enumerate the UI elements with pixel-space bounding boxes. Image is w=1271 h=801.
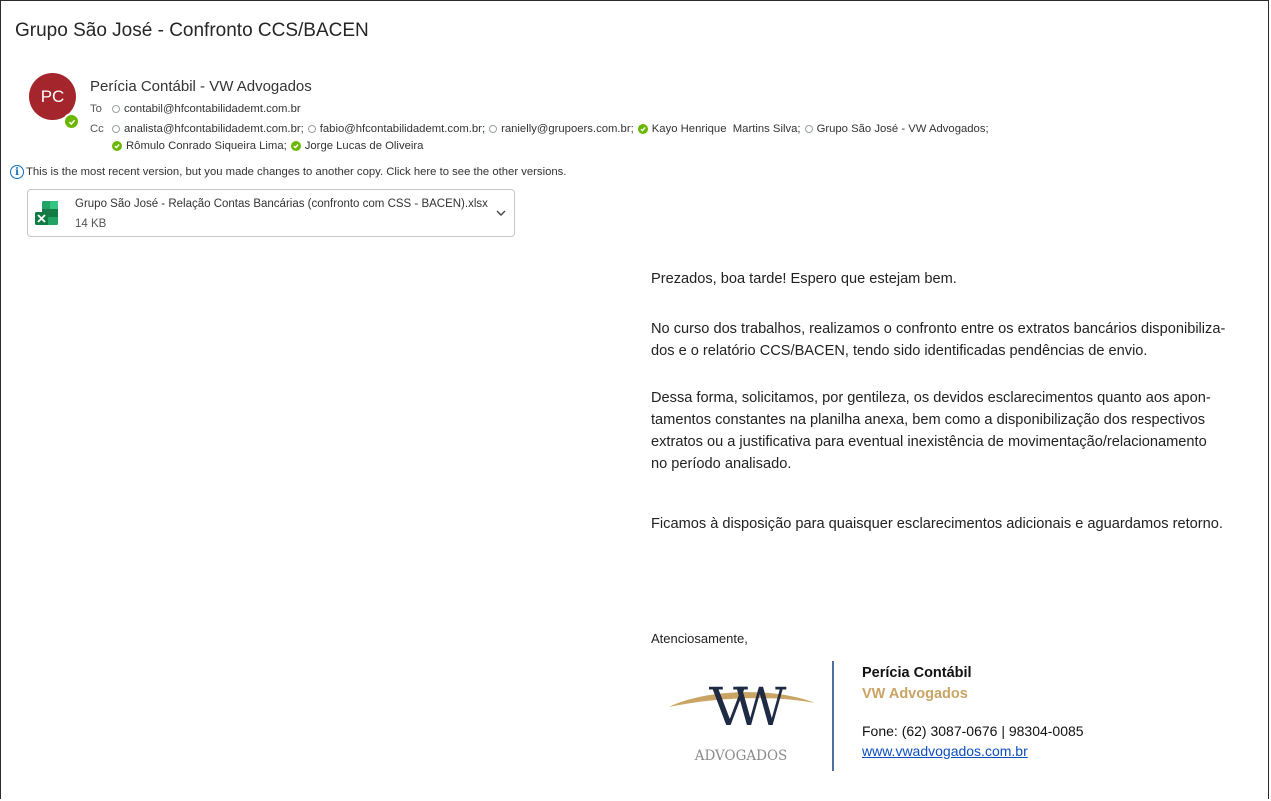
body-paragraph: No curso dos trabalhos, realizamos o con… xyxy=(651,318,1225,362)
recipient-name: fabio@hfcontabilidademt.com.br; xyxy=(319,123,486,135)
body-paragraph: Ficamos à disposição para quaisquer escl… xyxy=(651,513,1223,535)
recipient-name: analista@hfcontabilidademt.com.br; xyxy=(124,123,304,135)
cc-label: Cc xyxy=(90,123,104,135)
presence-available-icon xyxy=(637,124,648,134)
recipient-chip[interactable]: fabio@hfcontabilidademt.com.br; xyxy=(307,123,489,135)
presence-available-icon xyxy=(290,141,301,151)
chevron-down-icon[interactable] xyxy=(495,207,507,219)
presence-unknown-icon xyxy=(307,125,316,133)
recipient-name: Jorge Lucas de Oliveira xyxy=(304,140,424,152)
body-paragraph: Dessa forma, solicitamos, por gentileza,… xyxy=(651,387,1211,475)
body-line: extratos ou a justificativa para eventua… xyxy=(651,434,1207,450)
body-line: Dessa forma, solicitamos, por gentileza,… xyxy=(651,390,1211,406)
presence-unknown-icon xyxy=(489,125,498,133)
attachment-filename: Grupo São José - Relação Contas Bancária… xyxy=(75,198,488,210)
logo-monogram: VW xyxy=(709,678,788,738)
body-line: Ficamos à disposição para quaisquer escl… xyxy=(651,516,1223,532)
presence-unknown-icon xyxy=(112,125,120,133)
logo-wordmark: ADVOGADOS xyxy=(694,748,788,764)
vw-advogados-logo: VW ADVOGADOS xyxy=(669,678,815,764)
recipient-name: Kayo Henrique Martins Silva; xyxy=(651,123,801,135)
signature-divider xyxy=(832,661,834,771)
body-paragraph: Prezados, boa tarde! Espero que estejam … xyxy=(651,268,957,290)
recipient-chip[interactable]: ranielly@grupoers.com.br; xyxy=(489,123,638,135)
recipient-name: ranielly@grupoers.com.br; xyxy=(501,123,634,135)
excel-file-icon xyxy=(35,201,58,225)
recipient-chip[interactable]: analista@hfcontabilidademt.com.br; xyxy=(112,123,308,135)
body-line: No curso dos trabalhos, realizamos o con… xyxy=(651,321,1226,337)
version-info-banner[interactable]: i This is the most recent version, but y… xyxy=(10,165,566,179)
recipient-name: contabil@hfcontabilidademt.com.br xyxy=(124,103,301,115)
recipient-chip[interactable]: Rômulo Conrado Siqueira Lima; xyxy=(112,140,291,152)
reading-pane: Grupo São José - Confronto CCS/BACEN PC … xyxy=(0,0,1269,799)
recipient-chip[interactable]: Kayo Henrique Martins Silva; xyxy=(637,123,805,135)
recipient-name: Grupo São José - VW Advogados; xyxy=(816,123,989,135)
email-subject: Grupo São José - Confronto CCS/BACEN xyxy=(15,20,369,41)
body-line: Prezados, boa tarde! Espero que estejam … xyxy=(651,271,957,287)
signature-name: Perícia Contábil xyxy=(862,665,972,681)
signature-phone: Fone: (62) 3087-0676 | 98304-0085 xyxy=(862,723,1084,739)
recipient-chip[interactable]: Jorge Lucas de Oliveira xyxy=(290,140,424,152)
closing-text: Atenciosamente, xyxy=(651,631,748,646)
body-line: tamentos constantes na planilha anexa, b… xyxy=(651,412,1206,428)
recipient-chip[interactable]: contabil@hfcontabilidademt.com.br xyxy=(112,103,301,115)
sender-initials: PC xyxy=(40,86,65,106)
presence-available-icon xyxy=(112,141,122,151)
presence-unknown-icon xyxy=(112,105,120,113)
cc-row-continued: Rômulo Conrado Siqueira Lima; Jorge Luca… xyxy=(112,140,423,152)
presence-unknown-icon xyxy=(804,125,813,133)
body-line: no período analisado. xyxy=(651,456,792,472)
recipient-name: Rômulo Conrado Siqueira Lima; xyxy=(126,140,287,152)
body-line: dos e o relatório CCS/BACEN, tendo sido … xyxy=(651,343,1148,359)
info-icon: i xyxy=(10,165,24,179)
to-row: To contabil@hfcontabilidademt.com.br xyxy=(90,103,301,115)
recipient-chip[interactable]: Grupo São José - VW Advogados; xyxy=(804,123,989,135)
to-label: To xyxy=(90,103,102,115)
sender-name[interactable]: Perícia Contábil - VW Advogados xyxy=(90,78,312,95)
attachment-size: 14 KB xyxy=(75,218,107,230)
attachment-card[interactable]: Grupo São José - Relação Contas Bancária… xyxy=(27,189,515,237)
signature-firm: VW Advogados xyxy=(862,686,968,702)
version-info-text[interactable]: This is the most recent version, but you… xyxy=(26,166,566,178)
presence-available-icon xyxy=(63,113,80,130)
signature-website-link[interactable]: www.vwadvogados.com.br xyxy=(862,743,1028,759)
cc-row: Cc analista@hfcontabilidademt.com.br; fa… xyxy=(90,123,989,135)
